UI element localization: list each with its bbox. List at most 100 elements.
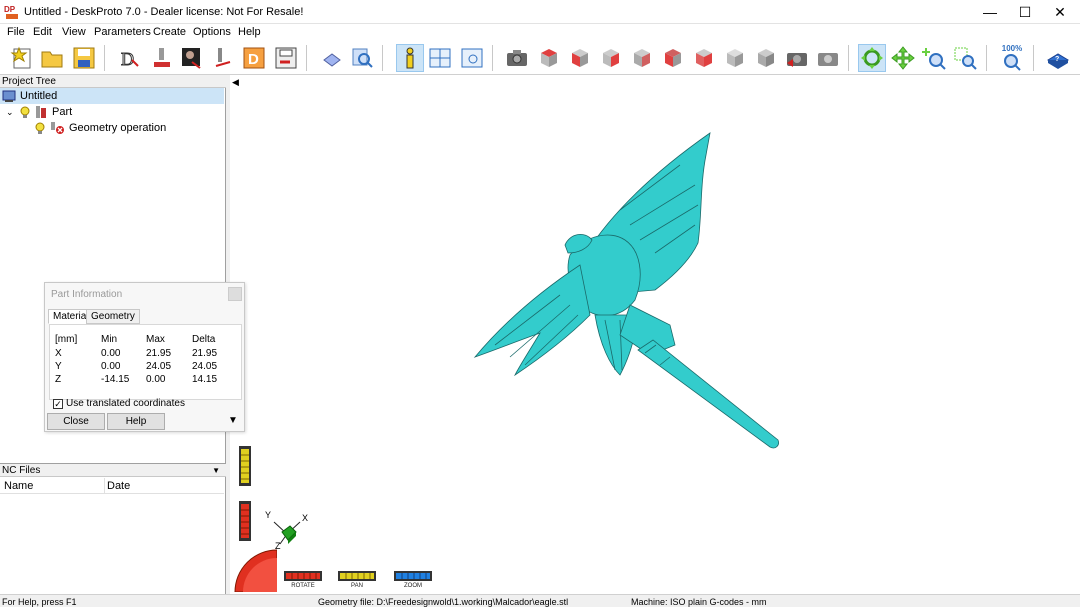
view-right-button[interactable] bbox=[659, 44, 687, 72]
part-button[interactable]: D bbox=[116, 44, 144, 72]
row-z-min: -14.15 bbox=[101, 374, 130, 385]
window-view-button[interactable] bbox=[458, 44, 486, 72]
zoom-dial[interactable] bbox=[394, 571, 432, 581]
menu-create[interactable]: Create bbox=[153, 26, 186, 38]
help-book-button[interactable]: ? bbox=[1044, 44, 1072, 72]
layout-view-button[interactable] bbox=[426, 44, 454, 72]
simulation-icon bbox=[323, 53, 341, 67]
yellow-slider-dial[interactable] bbox=[238, 445, 252, 487]
part-info-button[interactable] bbox=[396, 44, 424, 72]
tree-item-root[interactable]: Untitled bbox=[0, 88, 224, 104]
checkbox-label: Use translated coordinates bbox=[66, 398, 185, 409]
lightbulb-icon[interactable] bbox=[20, 106, 30, 119]
status-help: For Help, press F1 bbox=[2, 597, 77, 607]
simulation-button[interactable] bbox=[318, 44, 346, 72]
new-star-icon bbox=[10, 46, 31, 69]
view-plain-button[interactable] bbox=[752, 44, 780, 72]
menu-file[interactable]: File bbox=[7, 26, 25, 38]
dialog-close-icon[interactable] bbox=[228, 287, 242, 301]
camera-icon bbox=[507, 50, 527, 66]
new-project-button[interactable] bbox=[8, 44, 36, 72]
next-view-button[interactable] bbox=[814, 44, 842, 72]
operation-button[interactable] bbox=[148, 44, 176, 72]
pan-mode-button[interactable] bbox=[889, 44, 917, 72]
row-z-max: 0.00 bbox=[146, 374, 166, 385]
status-geometry-file: Geometry file: D:\Freedesignwold\1.worki… bbox=[318, 597, 569, 607]
zoom-window-button[interactable] bbox=[951, 44, 979, 72]
view-top-button[interactable] bbox=[535, 44, 563, 72]
nc-files-columns: Name Date bbox=[0, 478, 224, 494]
menu-options[interactable]: Options bbox=[193, 26, 231, 38]
rotate-dial[interactable] bbox=[284, 571, 322, 581]
vector-icon bbox=[215, 48, 231, 67]
part-icon bbox=[36, 106, 46, 118]
preview-button[interactable] bbox=[348, 44, 376, 72]
part-info-dialog: Part Information Material Geometry [mm] … bbox=[44, 282, 245, 432]
zoom-100-button[interactable]: 100% bbox=[998, 44, 1026, 72]
expand-arrow-icon[interactable]: ▼ bbox=[228, 415, 238, 426]
save-nc-button[interactable] bbox=[272, 44, 300, 72]
svg-text:?: ? bbox=[1055, 56, 1059, 63]
previous-view-button[interactable] bbox=[783, 44, 811, 72]
bitmap-icon bbox=[182, 48, 201, 69]
open-button[interactable] bbox=[38, 44, 66, 72]
close-dialog-button[interactable]: Close bbox=[47, 413, 105, 430]
camera-next-icon bbox=[818, 53, 838, 66]
create-nc-button[interactable]: D bbox=[240, 44, 268, 72]
tree-item-root-label: Untitled bbox=[20, 90, 58, 102]
part-dimensions-table: [mm] Min Max Delta X 0.00 21.95 21.95 Y … bbox=[49, 324, 242, 400]
cube-right-icon bbox=[665, 49, 681, 67]
eagle-model[interactable] bbox=[470, 125, 790, 455]
menu-help[interactable]: Help bbox=[238, 26, 261, 38]
dropdown-arrow-icon[interactable]: ▼ bbox=[212, 464, 220, 477]
help-button[interactable]: Help bbox=[107, 413, 165, 430]
pan-dial-label: PAN bbox=[351, 583, 363, 589]
tree-item-part-label: Part bbox=[52, 106, 73, 118]
app-logo-icon: DP bbox=[4, 5, 18, 19]
view-back-button[interactable] bbox=[628, 44, 656, 72]
tree-item-geometry-operation[interactable]: Geometry operation bbox=[35, 120, 166, 136]
svg-text:D: D bbox=[248, 51, 259, 68]
nc-files-header: NC Files ▼ bbox=[0, 463, 226, 477]
row-x-axis: X bbox=[55, 348, 62, 359]
red-slider-dial[interactable] bbox=[238, 500, 252, 542]
minimize-button[interactable]: — bbox=[973, 0, 1007, 24]
nc-column-name[interactable]: Name bbox=[4, 480, 33, 492]
camera-view-button[interactable] bbox=[503, 44, 531, 72]
close-button[interactable]: ✕ bbox=[1043, 0, 1077, 24]
view-bottom-button[interactable] bbox=[690, 44, 718, 72]
zoom-mode-button[interactable] bbox=[920, 44, 948, 72]
header-unit: [mm] bbox=[55, 334, 78, 345]
axis-y-label: Y bbox=[265, 510, 272, 520]
pan-dial[interactable] bbox=[338, 571, 376, 581]
tree-item-part[interactable]: ⌄ Part bbox=[6, 104, 72, 120]
row-y-min: 0.00 bbox=[101, 361, 121, 372]
nc-column-date[interactable]: Date bbox=[107, 480, 130, 492]
menu-edit[interactable]: Edit bbox=[33, 26, 52, 38]
lightbulb-icon[interactable] bbox=[35, 122, 45, 135]
save-button[interactable] bbox=[70, 44, 98, 72]
toolbar: D D 100% ? bbox=[0, 41, 1080, 75]
tab-geometry[interactable]: Geometry bbox=[86, 309, 140, 324]
rotate-wheel-dial[interactable] bbox=[233, 548, 277, 592]
menu-parameters[interactable]: Parameters bbox=[94, 26, 151, 38]
bitmap-operation-button[interactable] bbox=[178, 44, 206, 72]
collapse-arrow-icon[interactable]: ◀ bbox=[232, 77, 239, 88]
maximize-button[interactable]: ☐ bbox=[1008, 0, 1042, 24]
view-front-button[interactable] bbox=[566, 44, 594, 72]
column-divider[interactable] bbox=[104, 478, 105, 494]
vector-operation-button[interactable] bbox=[210, 44, 238, 72]
view-iso-button[interactable] bbox=[721, 44, 749, 72]
rotate-mode-button[interactable] bbox=[858, 44, 886, 72]
header-max: Max bbox=[146, 334, 165, 345]
toolbar-separator bbox=[492, 45, 493, 71]
zoom-100-icon bbox=[1004, 54, 1021, 71]
chevron-down-icon[interactable]: ⌄ bbox=[6, 107, 20, 118]
status-machine: Machine: ISO plain G-codes - mm bbox=[631, 597, 767, 607]
menu-view[interactable]: View bbox=[62, 26, 86, 38]
row-x-max: 21.95 bbox=[146, 348, 172, 359]
3d-viewport[interactable]: ◀ Part Information Material Geometry [mm… bbox=[44, 75, 1080, 594]
view-left-button[interactable] bbox=[597, 44, 625, 72]
translated-coordinates-checkbox[interactable]: ✓ Use translated coordinates bbox=[53, 398, 185, 409]
checkbox-box[interactable]: ✓ bbox=[53, 398, 63, 409]
